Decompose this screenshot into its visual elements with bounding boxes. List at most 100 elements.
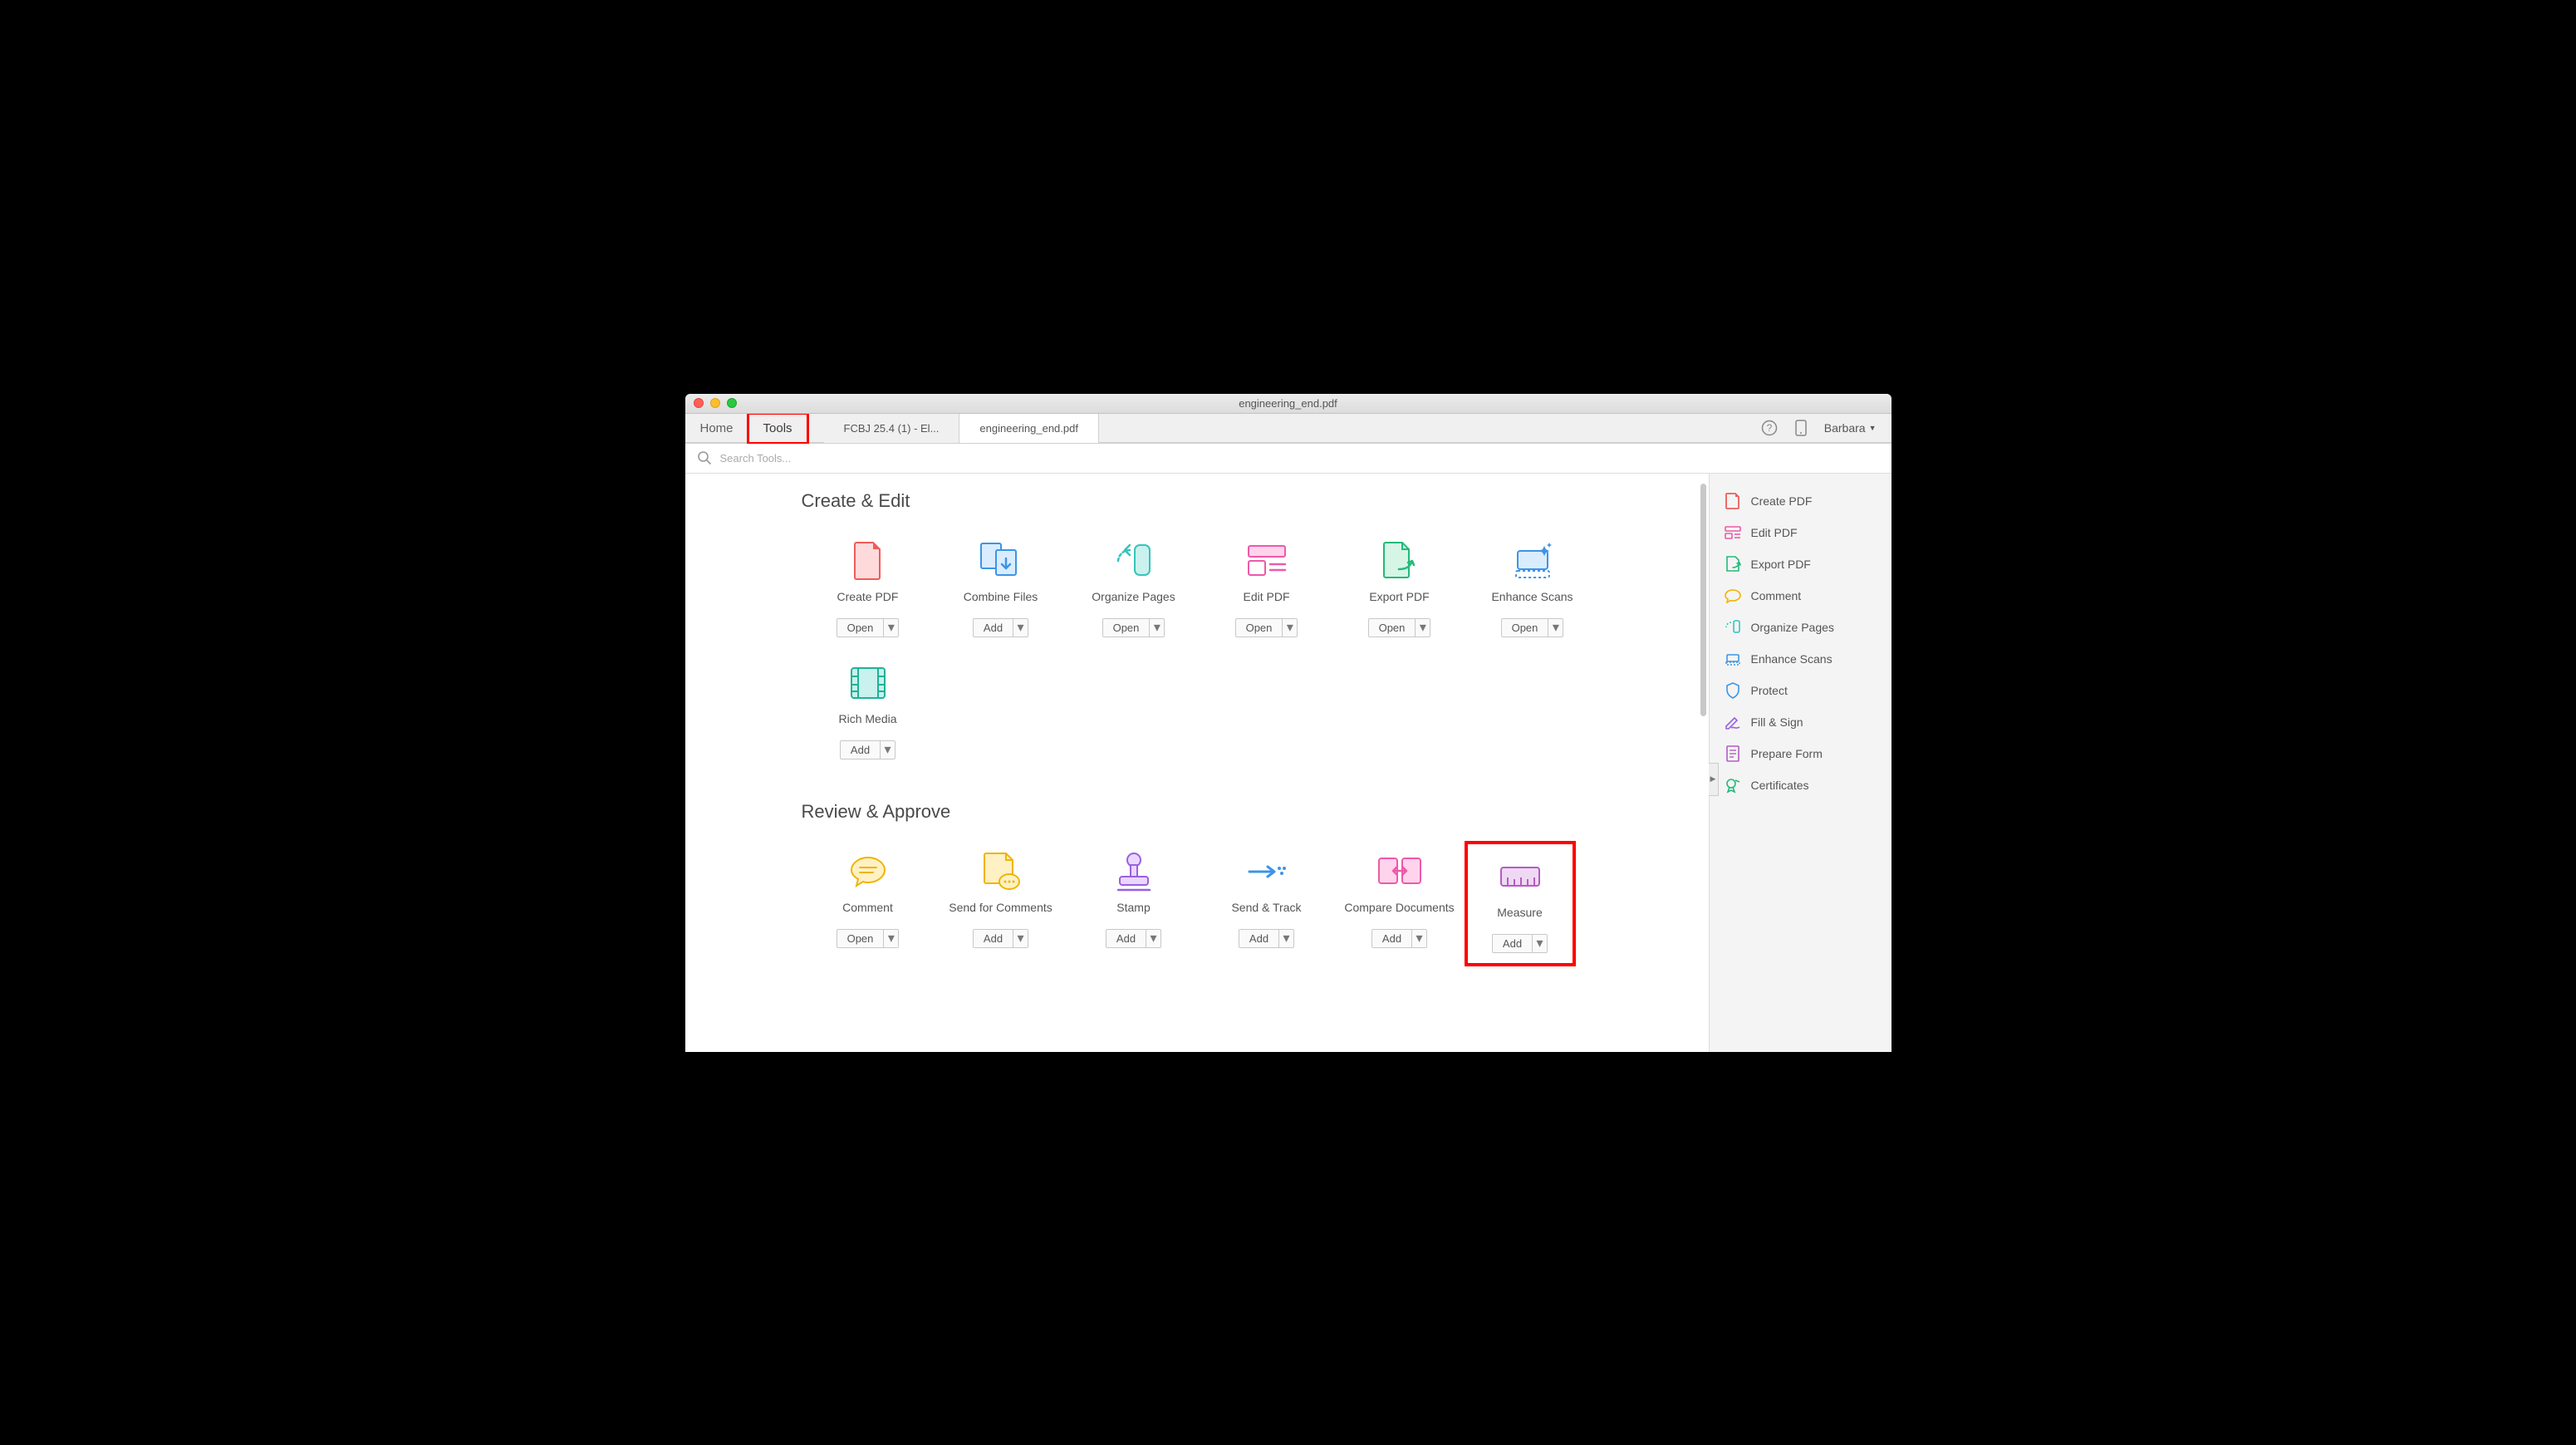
section-title-create-edit: Create & Edit <box>802 490 1709 512</box>
tool-action-button[interactable]: Open ▾ <box>1501 618 1564 637</box>
chevron-down-icon[interactable]: ▾ <box>1013 619 1028 636</box>
tool-action-button[interactable]: Open ▾ <box>1235 618 1298 637</box>
tool-organize-pages[interactable]: Organize Pages Open ▾ <box>1067 532 1200 654</box>
chevron-down-icon[interactable]: ▾ <box>1411 930 1426 947</box>
tool-label: Organize Pages <box>1092 590 1175 607</box>
tool-action-button[interactable]: Add ▾ <box>1492 934 1548 953</box>
sidebar-item-protect[interactable]: Protect <box>1710 675 1892 706</box>
tool-label: Comment <box>842 901 893 917</box>
tool-action-button[interactable]: Add ▾ <box>1106 929 1161 948</box>
action-label: Open <box>1369 619 1416 636</box>
sidebar-label: Export PDF <box>1751 558 1811 571</box>
action-label: Add <box>1493 935 1532 952</box>
sidebar-item-organize-pages[interactable]: Organize Pages <box>1710 612 1892 643</box>
nav-tools[interactable]: Tools <box>748 414 807 443</box>
combine-files-icon <box>979 537 1023 585</box>
tool-edit-pdf[interactable]: Edit PDF Open ▾ <box>1200 532 1333 654</box>
enhance-scans-icon <box>1511 537 1554 585</box>
chevron-down-icon[interactable]: ▾ <box>1415 619 1430 636</box>
chevron-down-icon[interactable]: ▾ <box>1146 930 1160 947</box>
tool-create-pdf[interactable]: Create PDF Open ▾ <box>802 532 935 654</box>
tool-action-button[interactable]: Open ▾ <box>1102 618 1165 637</box>
sidebar-label: Enhance Scans <box>1751 652 1833 666</box>
rich-media-icon <box>850 659 886 707</box>
sidebar-item-fill-sign[interactable]: Fill & Sign <box>1710 706 1892 738</box>
tool-label: Combine Files <box>964 590 1038 607</box>
tool-action-button[interactable]: Open ▾ <box>837 929 900 948</box>
tool-label: Send & Track <box>1231 901 1301 917</box>
app-window: engineering_end.pdf Home Tools FCBJ 25.4… <box>685 394 1892 1052</box>
tool-label: Compare Documents <box>1344 901 1454 917</box>
organize-pages-icon <box>1113 537 1155 585</box>
sidebar-label: Prepare Form <box>1751 747 1823 760</box>
tool-label: Send for Comments <box>949 901 1052 917</box>
sidebar-item-export-pdf[interactable]: Export PDF <box>1710 548 1892 580</box>
action-label: Add <box>974 619 1013 636</box>
action-label: Add <box>1372 930 1411 947</box>
chevron-down-icon[interactable]: ▾ <box>1532 935 1547 952</box>
nav-home[interactable]: Home <box>685 414 748 443</box>
user-menu[interactable]: Barbara ▼ <box>1824 421 1877 435</box>
main-content: Create & Edit Create PDF Open ▾ <box>685 474 1709 1052</box>
svg-text:?: ? <box>1766 422 1772 434</box>
section-create-edit: Create & Edit Create PDF Open ▾ <box>685 474 1709 784</box>
tool-label: Create PDF <box>837 590 899 607</box>
mobile-icon[interactable] <box>1793 420 1809 436</box>
tool-label: Edit PDF <box>1243 590 1289 607</box>
collapse-sidebar-button[interactable]: ▶ <box>1709 763 1719 796</box>
sidebar-label: Certificates <box>1751 779 1809 792</box>
tool-rich-media[interactable]: Rich Media Add ▾ <box>802 654 935 776</box>
scrollbar-thumb[interactable] <box>1700 484 1706 716</box>
measure-icon <box>1499 853 1541 901</box>
sidebar-label: Organize Pages <box>1751 621 1834 634</box>
tool-send-track[interactable]: Send & Track Add ▾ <box>1200 843 1333 965</box>
chevron-down-icon[interactable]: ▾ <box>883 930 898 947</box>
tool-compare-documents[interactable]: Compare Documents Add ▾ <box>1333 843 1466 965</box>
search-icon <box>697 450 712 465</box>
sidebar-item-edit-pdf[interactable]: Edit PDF <box>1710 517 1892 548</box>
sidebar-item-create-pdf[interactable]: Create PDF <box>1710 485 1892 517</box>
sidebar-item-comment[interactable]: Comment <box>1710 580 1892 612</box>
sidebar-label: Edit PDF <box>1751 526 1798 539</box>
tool-action-button[interactable]: Open ▾ <box>1368 618 1431 637</box>
create-pdf-icon <box>851 537 885 585</box>
tool-action-button[interactable]: Add ▾ <box>973 929 1028 948</box>
tool-stamp[interactable]: Stamp Add ▾ <box>1067 843 1200 965</box>
tool-action-button[interactable]: Add ▾ <box>973 618 1028 637</box>
tool-export-pdf[interactable]: Export PDF Open ▾ <box>1333 532 1466 654</box>
chevron-down-icon[interactable]: ▾ <box>1282 619 1297 636</box>
comment-icon <box>1725 587 1741 604</box>
tab-row: Home Tools FCBJ 25.4 (1) - El... enginee… <box>685 414 1892 444</box>
export-pdf-icon <box>1381 537 1419 585</box>
sidebar-item-certificates[interactable]: Certificates <box>1710 769 1892 801</box>
sidebar-item-enhance-scans[interactable]: Enhance Scans <box>1710 643 1892 675</box>
enhance-scans-icon <box>1725 651 1741 667</box>
action-label: Add <box>1239 930 1278 947</box>
sidebar-label: Comment <box>1751 589 1802 602</box>
action-label: Open <box>1502 619 1548 636</box>
comment-icon <box>848 848 888 896</box>
tool-comment[interactable]: Comment Open ▾ <box>802 843 935 965</box>
window-title: engineering_end.pdf <box>685 397 1892 410</box>
tool-combine-files[interactable]: Combine Files Add ▾ <box>935 532 1067 654</box>
chevron-down-icon[interactable]: ▾ <box>880 741 895 759</box>
tool-action-button[interactable]: Add ▾ <box>840 740 895 759</box>
sidebar-item-prepare-form[interactable]: Prepare Form <box>1710 738 1892 769</box>
tool-action-button[interactable]: Add ▾ <box>1239 929 1294 948</box>
chevron-down-icon[interactable]: ▾ <box>1548 619 1563 636</box>
tool-measure[interactable]: Measure Add ▾ <box>1466 843 1574 965</box>
tool-action-button[interactable]: Open ▾ <box>837 618 900 637</box>
help-icon[interactable]: ? <box>1761 420 1778 436</box>
chevron-down-icon[interactable]: ▾ <box>1278 930 1293 947</box>
document-tab-1[interactable]: engineering_end.pdf <box>959 414 1099 443</box>
tool-action-button[interactable]: Add ▾ <box>1371 929 1427 948</box>
tool-enhance-scans[interactable]: Enhance Scans Open ▾ <box>1466 532 1599 654</box>
chevron-down-icon[interactable]: ▾ <box>1013 930 1028 947</box>
document-tab-0[interactable]: FCBJ 25.4 (1) - El... <box>824 414 960 443</box>
chevron-down-icon[interactable]: ▾ <box>883 619 898 636</box>
action-label: Open <box>837 930 884 947</box>
section-title-review-approve: Review & Approve <box>802 801 1709 823</box>
tool-send-for-comments[interactable]: Send for Comments Add ▾ <box>935 843 1067 965</box>
chevron-down-icon[interactable]: ▾ <box>1149 619 1164 636</box>
search-input[interactable] <box>720 452 1880 464</box>
